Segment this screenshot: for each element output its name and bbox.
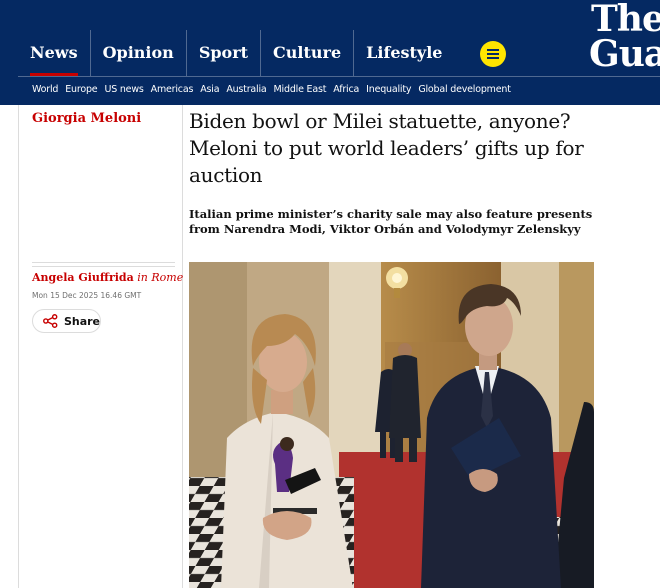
byline-divider [32,262,175,267]
publish-date: Mon 15 Dec 2025 16.46 GMT [32,291,142,300]
pillar-culture[interactable]: Culture [260,30,353,76]
section-label[interactable]: Giorgia Meloni [32,111,141,126]
column-rule-left [18,105,19,588]
subnav-divider [18,76,660,77]
menu-button[interactable] [480,41,506,67]
byline: Angela Giuffrida in Rome [32,271,183,284]
subnav-australia[interactable]: Australia [226,84,266,95]
pillar-sport[interactable]: Sport [185,30,260,76]
masthead: News Opinion Sport Culture Lifestyle The… [0,0,660,105]
menu-icon [487,49,499,51]
share-button[interactable]: Share [32,309,101,333]
subnav-global-development[interactable]: Global development [418,84,511,95]
pillar-nav: News Opinion Sport Culture Lifestyle [18,30,454,76]
subnav-europe[interactable]: Europe [65,84,97,95]
share-label: Share [63,314,100,328]
column-rule-mid [182,105,183,588]
subnav-middle-east[interactable]: Middle East [274,84,327,95]
standfirst: Italian prime minister’s charity sale ma… [189,207,593,236]
pillar-lifestyle[interactable]: Lifestyle [353,30,454,76]
pillar-opinion[interactable]: Opinion [89,30,186,76]
subnav: World Europe US news Americas Asia Austr… [32,84,511,95]
guardian-logo[interactable]: The Guardian [589,0,660,76]
location: Rome [151,271,184,284]
location-prefix: in [137,271,148,284]
author-name[interactable]: Angela Giuffrida [32,271,134,284]
subnav-world[interactable]: World [32,84,58,95]
headline: Biden bowl or Milei statuette, anyone? M… [189,109,584,187]
subnav-asia[interactable]: Asia [200,84,219,95]
share-icon [43,314,58,328]
subnav-africa[interactable]: Africa [333,84,359,95]
logo-line-2: Guardian [589,33,660,76]
subnav-americas[interactable]: Americas [151,84,194,95]
pillar-news[interactable]: News [18,30,90,76]
subnav-us-news[interactable]: US news [104,84,143,95]
article-main-photo [189,262,594,588]
logo-line-1: The [591,0,660,40]
subnav-inequality[interactable]: Inequality [366,84,411,95]
